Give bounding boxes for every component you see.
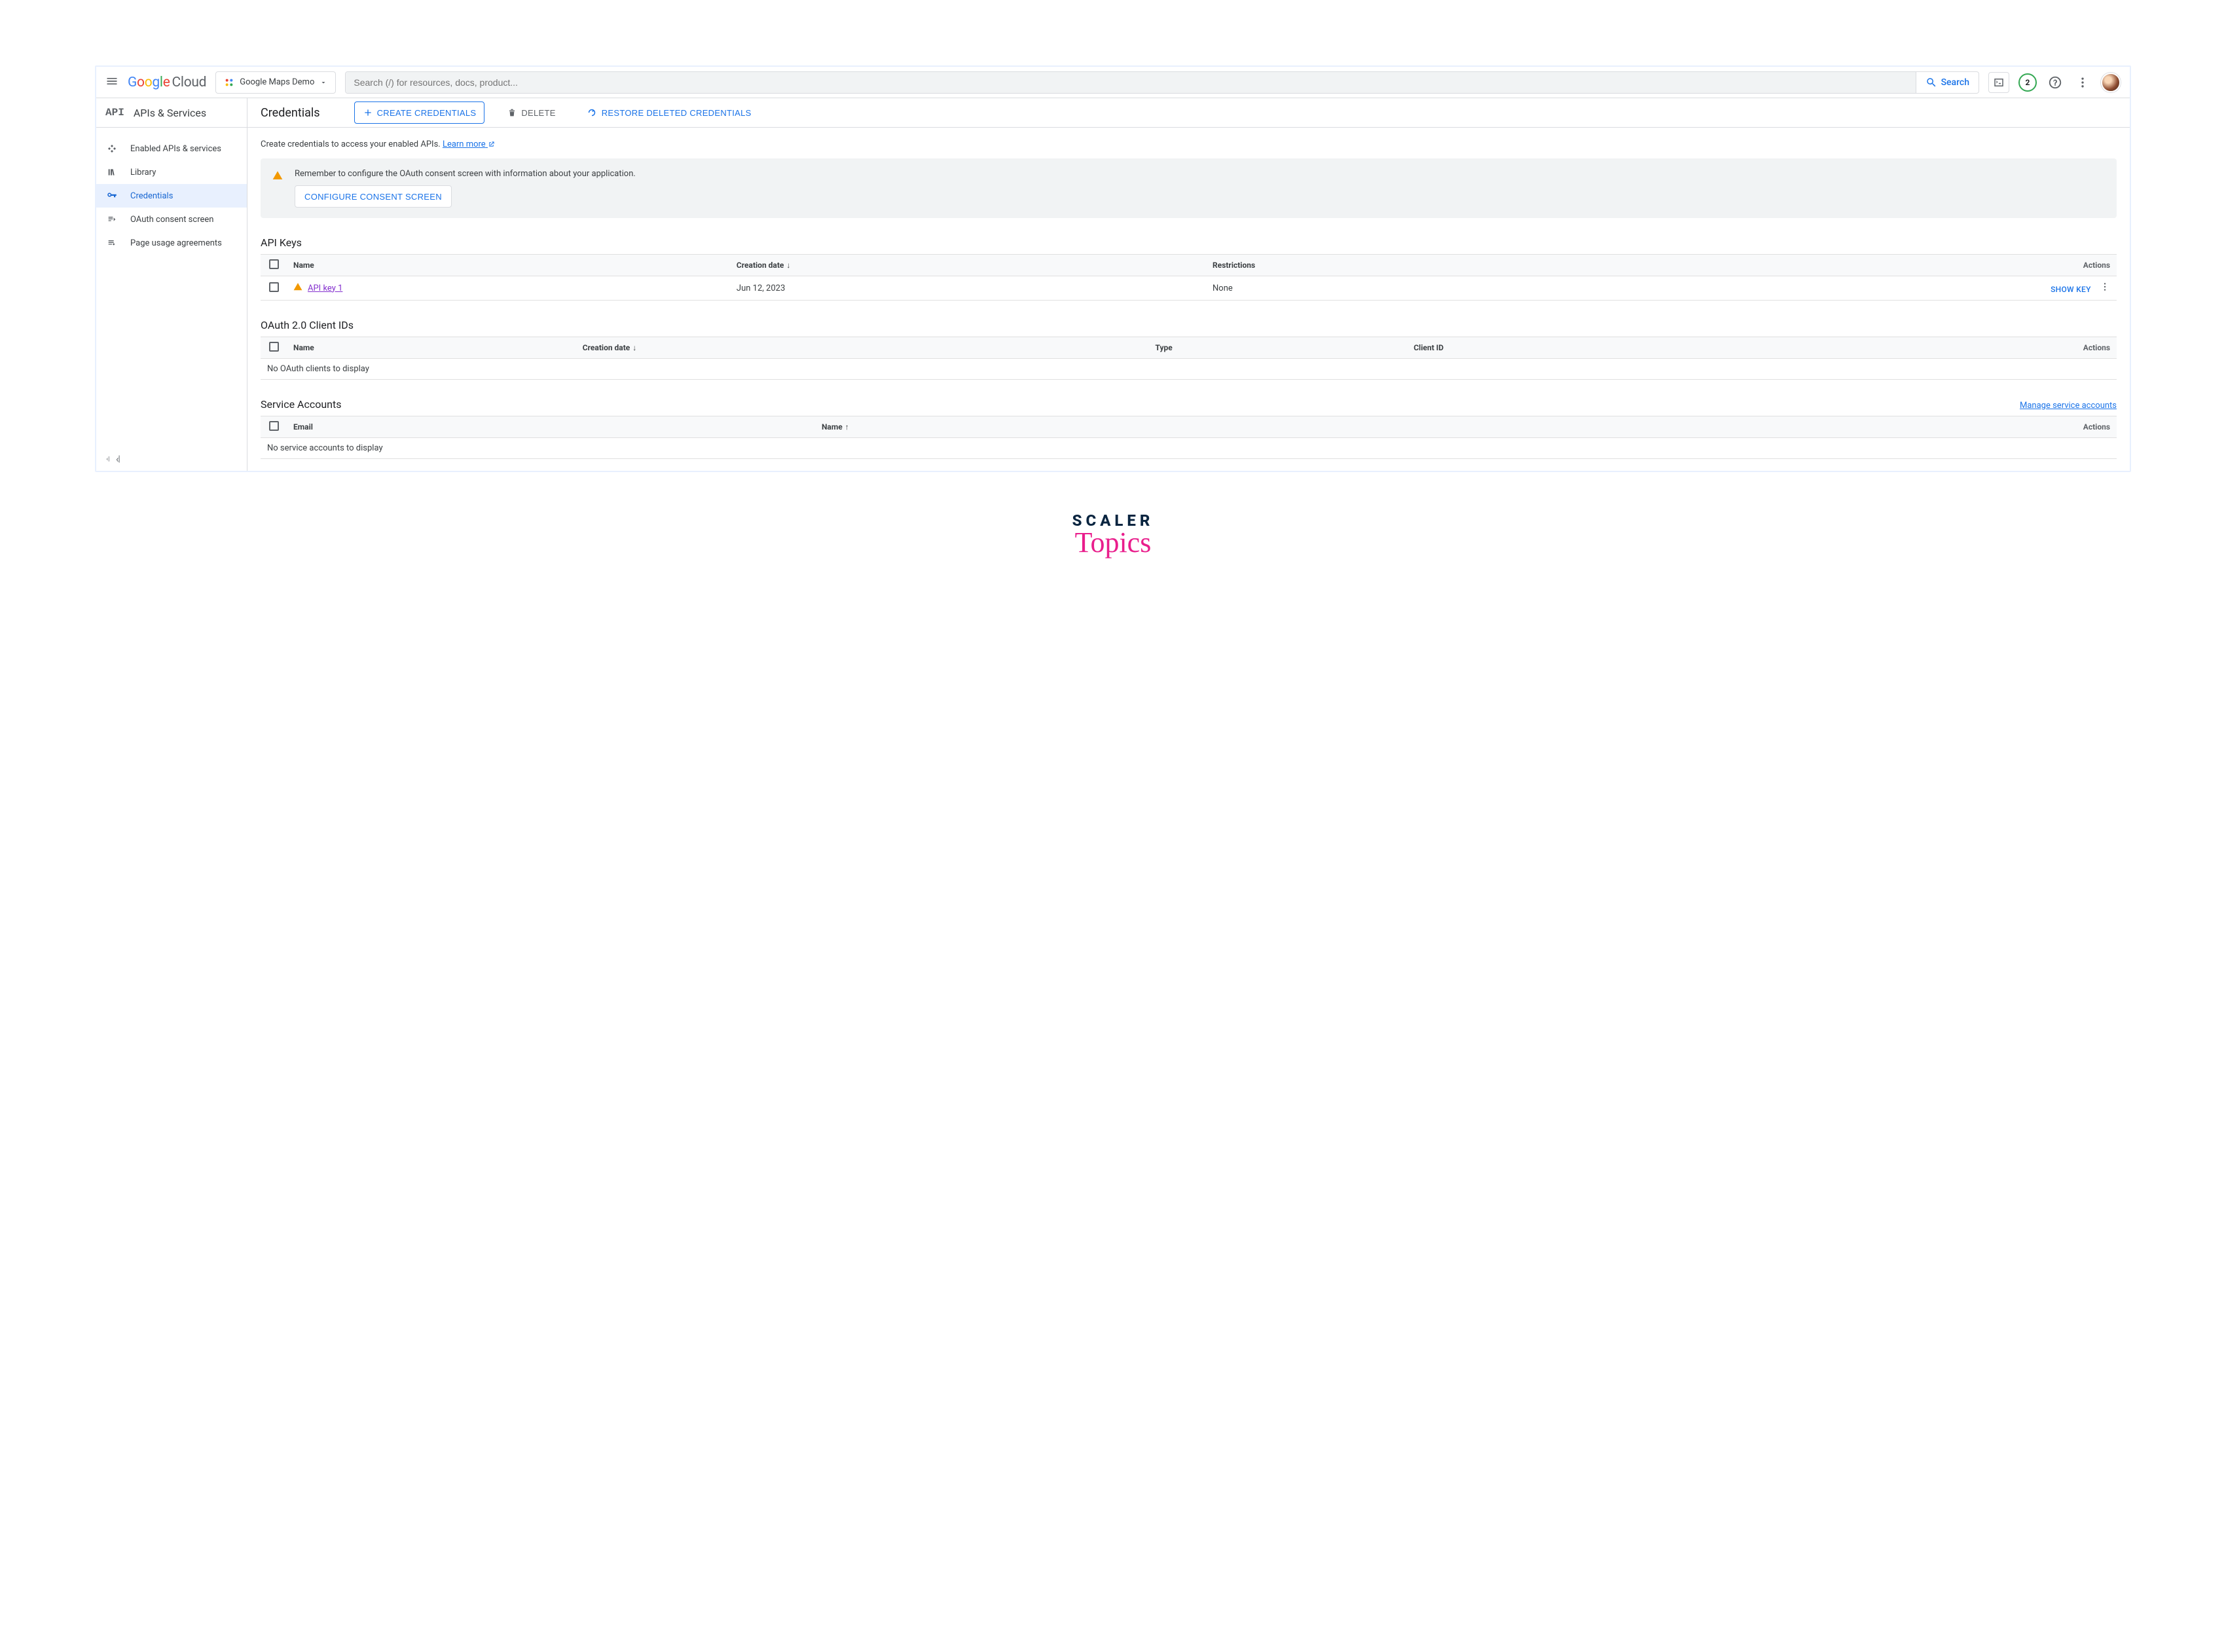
sidebar-item-label: Library xyxy=(130,168,156,177)
learn-more-link[interactable]: Learn more xyxy=(443,139,495,149)
library-icon xyxy=(105,167,119,177)
arrow-down-icon: ↓ xyxy=(632,343,636,352)
external-link-icon xyxy=(488,141,495,148)
api-icon: API xyxy=(105,107,124,119)
sidebar-item-label: Page usage agreements xyxy=(130,238,222,248)
notice-text: Remember to configure the OAuth consent … xyxy=(295,169,636,179)
col-actions: Actions xyxy=(1601,255,2117,276)
main-content: Credentials CREATE CREDENTIALS DELETE RE… xyxy=(247,98,2130,471)
sidebar-title: APIs & Services xyxy=(134,107,206,119)
sidebar-item-page-usage[interactable]: Page usage agreements xyxy=(96,231,247,255)
sidebar-item-label: OAuth consent screen xyxy=(130,215,213,225)
plus-icon xyxy=(363,107,373,118)
sidebar-item-label: Enabled APIs & services xyxy=(130,144,221,154)
search-box: Search xyxy=(345,71,1979,94)
project-picker[interactable]: Google Maps Demo xyxy=(215,71,336,94)
avatar[interactable] xyxy=(2101,73,2121,92)
sidebar-item-label: Credentials xyxy=(130,191,173,201)
google-cloud-logo[interactable]: GoogleCloud xyxy=(128,75,206,90)
service-accounts-table: Email Name↑ Actions No service accounts … xyxy=(261,416,2117,459)
chevron-down-icon xyxy=(319,79,327,86)
create-credentials-button[interactable]: CREATE CREDENTIALS xyxy=(354,101,485,124)
page-toolbar: Credentials CREATE CREDENTIALS DELETE RE… xyxy=(247,98,2130,128)
help-button[interactable] xyxy=(2046,73,2064,92)
search-input[interactable] xyxy=(346,72,1915,93)
intro-text: Create credentials to access your enable… xyxy=(261,139,2117,149)
col-name[interactable]: Name xyxy=(287,337,576,359)
col-client[interactable]: Client ID xyxy=(1407,337,1774,359)
manage-service-accounts-link[interactable]: Manage service accounts xyxy=(2020,401,2117,411)
sidebar-item-oauth-consent[interactable]: OAuth consent screen xyxy=(96,208,247,231)
trash-icon xyxy=(507,107,517,118)
warning-icon xyxy=(272,170,283,183)
col-restrictions[interactable]: Restrictions xyxy=(1206,255,1601,276)
empty-row: No OAuth clients to display xyxy=(261,359,2117,380)
col-actions: Actions xyxy=(1469,416,2117,438)
top-bar: GoogleCloud Google Maps Demo Search 2 xyxy=(96,67,2130,98)
api-key-restrictions: None xyxy=(1206,276,1601,301)
row-checkbox[interactable] xyxy=(269,282,279,292)
service-accounts-title: Service Accounts xyxy=(261,398,341,411)
undo-icon xyxy=(586,107,598,119)
configure-consent-button[interactable]: CONFIGURE CONSENT SCREEN xyxy=(295,185,452,208)
delete-button[interactable]: DELETE xyxy=(499,101,563,124)
watermark: SCALER Topics xyxy=(95,511,2131,559)
empty-row: No service accounts to display xyxy=(261,438,2117,459)
sidebar-header: API APIs & Services xyxy=(96,98,247,128)
arrow-down-icon: ↓ xyxy=(786,261,790,270)
select-all-checkbox[interactable] xyxy=(269,259,279,269)
col-name[interactable]: Name↑ xyxy=(815,416,1469,438)
svg-text:‹|: ‹| xyxy=(106,456,109,463)
search-button[interactable]: Search xyxy=(1916,72,1979,93)
menu-icon[interactable] xyxy=(105,75,119,90)
diamond-icon xyxy=(105,143,119,154)
warning-icon xyxy=(293,282,302,294)
select-all-checkbox[interactable] xyxy=(269,421,279,431)
key-icon xyxy=(105,190,119,202)
row-menu-button[interactable] xyxy=(2093,285,2110,295)
col-date[interactable]: Creation date↓ xyxy=(730,255,1206,276)
api-key-date: Jun 12, 2023 xyxy=(730,276,1206,301)
col-date[interactable]: Creation date↓ xyxy=(576,337,1149,359)
kebab-icon xyxy=(2076,76,2089,89)
page-title: Credentials xyxy=(261,106,320,120)
table-row: API key 1 Jun 12, 2023 None SHOW KEY xyxy=(261,276,2117,301)
api-key-link[interactable]: API key 1 xyxy=(308,284,342,293)
sidebar-item-library[interactable]: Library xyxy=(96,160,247,184)
more-button[interactable] xyxy=(2073,73,2092,92)
collapse-sidebar-button[interactable]: ‹| ‹| xyxy=(96,447,247,471)
consent-icon xyxy=(105,214,119,225)
show-key-button[interactable]: SHOW KEY xyxy=(2051,285,2091,294)
sidebar-item-credentials[interactable]: Credentials xyxy=(96,184,247,208)
oauth-title: OAuth 2.0 Client IDs xyxy=(261,319,2117,331)
restore-button[interactable]: RESTORE DELETED CREDENTIALS xyxy=(578,101,759,124)
project-name: Google Maps Demo xyxy=(240,77,314,87)
col-type[interactable]: Type xyxy=(1148,337,1407,359)
api-keys-table: Name Creation date↓ Restrictions Actions… xyxy=(261,254,2117,301)
help-icon xyxy=(2048,75,2062,90)
col-name[interactable]: Name xyxy=(287,255,730,276)
col-actions: Actions xyxy=(1774,337,2117,359)
cloud-shell-button[interactable] xyxy=(1988,72,2009,93)
arrow-up-icon: ↑ xyxy=(845,422,849,431)
oauth-table: Name Creation date↓ Type Client ID Actio… xyxy=(261,337,2117,380)
select-all-checkbox[interactable] xyxy=(269,342,279,352)
agreement-icon xyxy=(105,238,119,248)
kebab-icon xyxy=(2100,282,2110,292)
sidebar-item-enabled-apis[interactable]: Enabled APIs & services xyxy=(96,137,247,160)
consent-notice: Remember to configure the OAuth consent … xyxy=(261,158,2117,218)
terminal-icon xyxy=(1993,77,2005,88)
cloud-console: GoogleCloud Google Maps Demo Search 2 xyxy=(95,65,2131,472)
api-keys-title: API Keys xyxy=(261,236,2117,249)
col-email[interactable]: Email xyxy=(287,416,815,438)
sidebar: API APIs & Services Enabled APIs & servi… xyxy=(96,98,247,471)
chevron-left-icon: ‹| xyxy=(105,454,116,464)
search-icon xyxy=(1925,77,1937,88)
notifications-badge[interactable]: 2 xyxy=(2018,73,2037,92)
